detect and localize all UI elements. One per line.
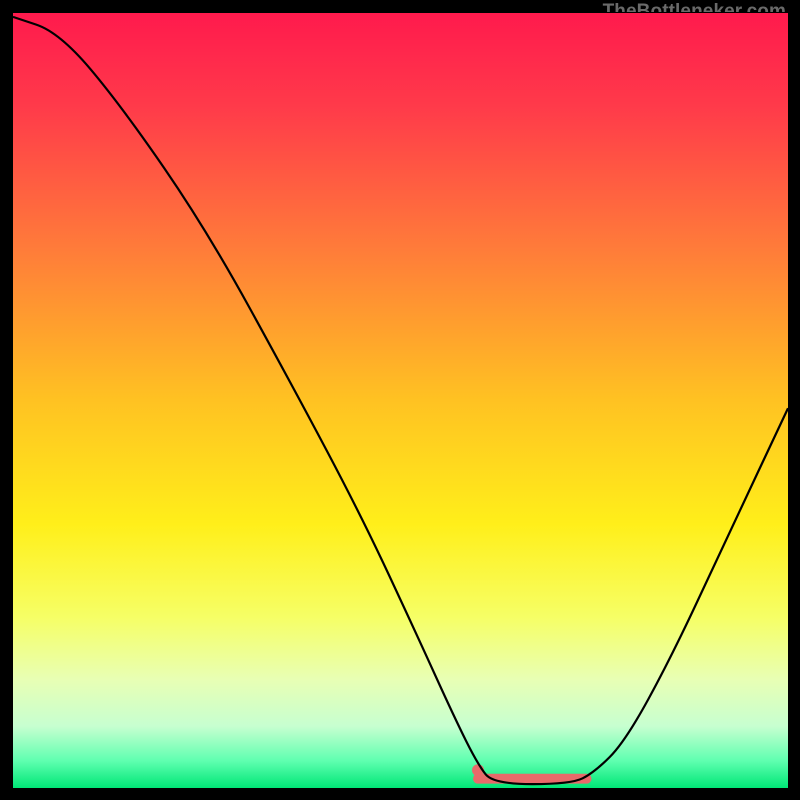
chart-container: TheBottleneker.com	[0, 0, 800, 800]
curve-layer	[13, 13, 788, 788]
plot-area	[12, 12, 789, 789]
bottleneck-curve	[13, 17, 788, 784]
